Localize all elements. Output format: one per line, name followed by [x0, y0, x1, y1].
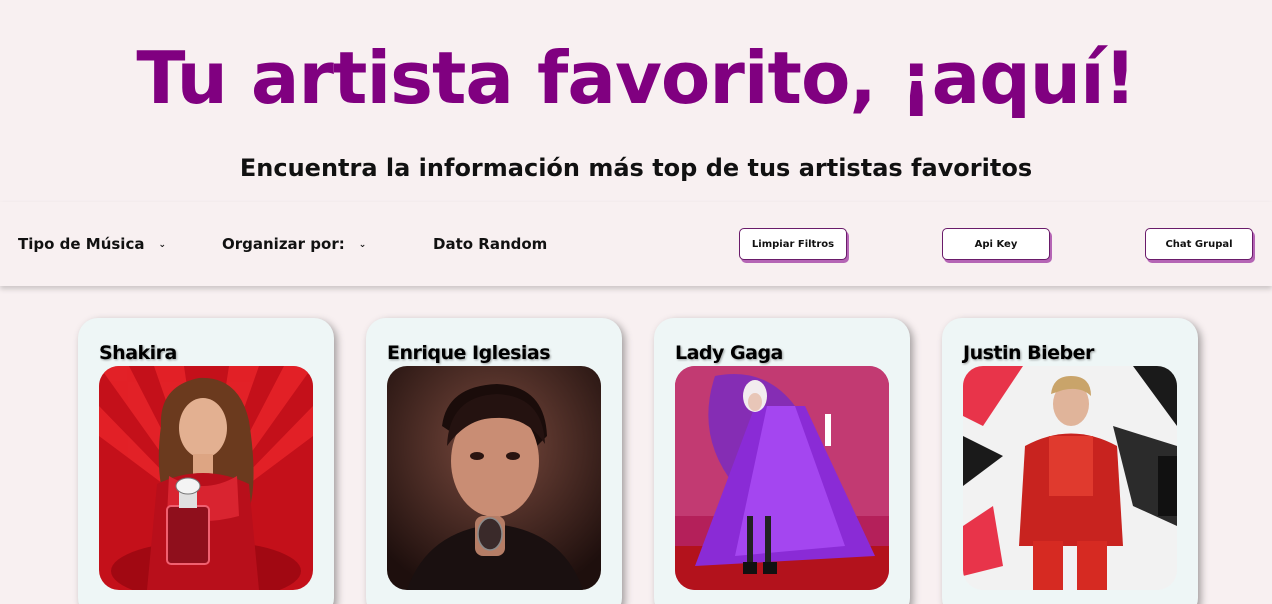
artist-card[interactable]: Shakira [78, 318, 334, 604]
artist-name: Justin Bieber [963, 342, 1094, 364]
music-type-dropdown[interactable]: Tipo de Música ⌄ [18, 234, 166, 255]
artist-photo-image [387, 366, 601, 590]
artist-name: Enrique Iglesias [387, 342, 551, 364]
random-fact-label: Dato Random [433, 235, 548, 253]
artist-photo[interactable] [387, 366, 601, 590]
artist-name: Shakira [99, 342, 177, 364]
music-type-label: Tipo de Música [18, 235, 145, 253]
artist-photo[interactable] [675, 366, 889, 590]
artist-photo-image [963, 366, 1177, 590]
page-title: Tu artista favorito, ¡aquí! [136, 36, 1136, 120]
group-chat-button[interactable]: Chat Grupal [1145, 228, 1253, 260]
artist-photo[interactable] [99, 366, 313, 590]
chevron-down-icon: ⌄ [358, 239, 367, 250]
random-fact-link[interactable]: Dato Random [433, 234, 547, 254]
chevron-down-icon: ⌄ [158, 239, 167, 250]
hero-header: Tu artista favorito, ¡aquí! Encuentra la… [0, 0, 1272, 202]
organize-by-label: Organizar por: [222, 235, 345, 253]
artist-card[interactable]: Lady Gaga [654, 318, 910, 604]
artist-name: Lady Gaga [675, 342, 783, 364]
artist-photo-image [675, 366, 889, 590]
filter-bar [0, 202, 1272, 286]
artist-card[interactable]: Justin Bieber [942, 318, 1198, 604]
artist-photo[interactable] [963, 366, 1177, 590]
artist-photo-image [99, 366, 313, 590]
artist-card[interactable]: Enrique Iglesias [366, 318, 622, 604]
api-key-button[interactable]: Api Key [942, 228, 1050, 260]
page-subtitle: Encuentra la información más top de tus … [239, 154, 1033, 182]
clear-filters-button[interactable]: Limpiar Filtros [739, 228, 847, 260]
organize-by-dropdown[interactable]: Organizar por: ⌄ [222, 234, 366, 255]
